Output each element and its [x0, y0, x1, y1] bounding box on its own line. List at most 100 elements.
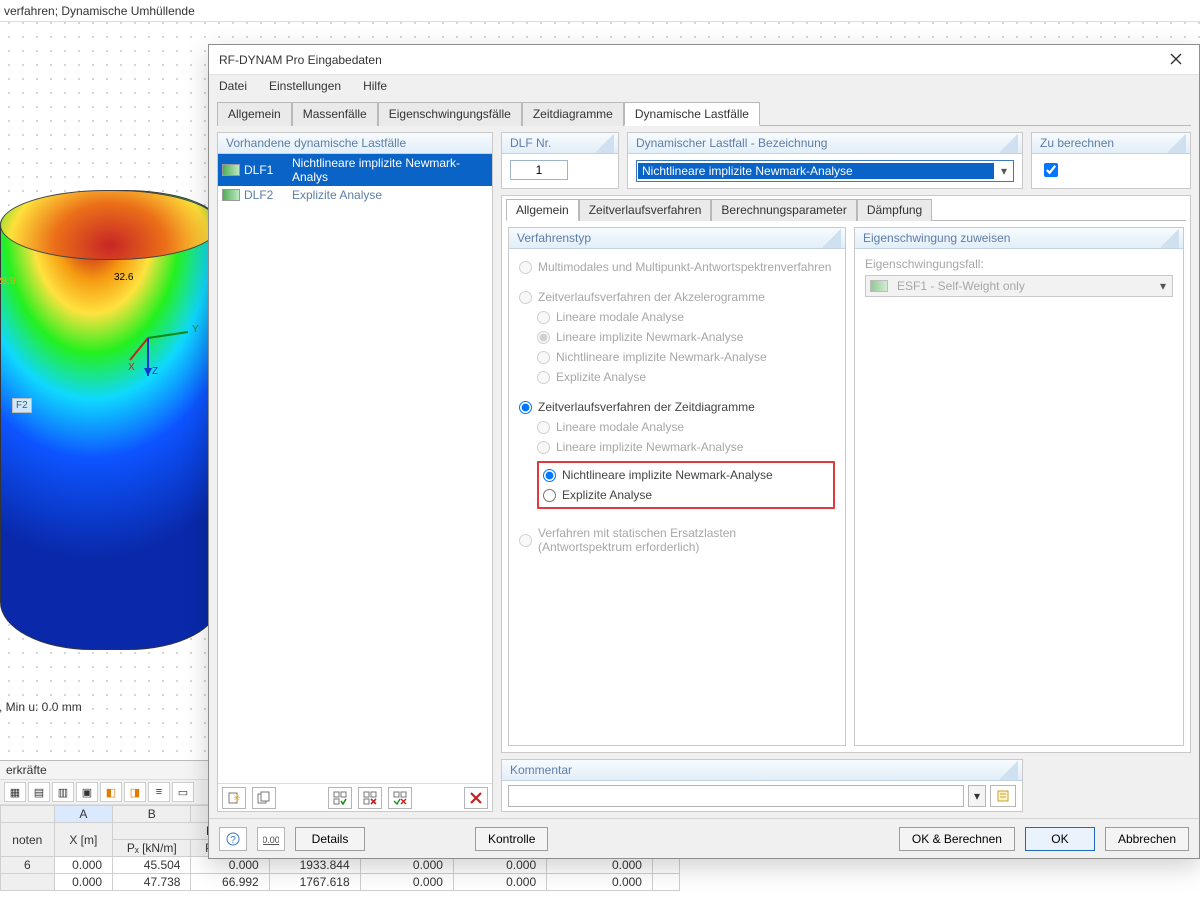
dock-tool-5[interactable]: ◧ — [100, 782, 122, 802]
dialog-titlebar[interactable]: RF-DYNAM Pro Eingabedaten — [209, 45, 1199, 75]
comment-input[interactable] — [508, 785, 964, 807]
opt-multimodal: Multimodales und Multipunkt-Antwortspekt… — [519, 257, 835, 277]
sub-tabs: Allgemein Zeitverlaufsverfahren Berechnu… — [502, 196, 1190, 220]
highlighted-options: Nichtlineare implizite Newmark-Analyse E… — [537, 461, 835, 509]
dock-tool-2[interactable]: ▤ — [28, 782, 50, 802]
mode-swatch-icon — [870, 280, 888, 292]
calc-flag-label: Zu berechnen — [1032, 133, 1190, 154]
dock-tool-3[interactable]: ▥ — [52, 782, 74, 802]
units-button[interactable]: 0.00 — [257, 827, 285, 851]
subtab-damping[interactable]: Dämpfung — [857, 199, 932, 221]
dialog-footer: ? 0.00 Details Kontrolle OK & Berechnen … — [209, 818, 1199, 858]
ok-calc-button[interactable]: OK & Berechnen — [899, 827, 1015, 851]
comment-dropdown-button[interactable]: ▾ — [968, 785, 986, 807]
tab-mode-cases[interactable]: Eigenschwingungsfälle — [378, 102, 522, 126]
subtab-calc-params[interactable]: Berechnungsparameter — [711, 199, 856, 221]
opt-tha-td[interactable]: Zeitverlaufsverfahren der Zeitdiagramme — [519, 397, 835, 417]
dlf-id: DLF1 — [244, 163, 288, 177]
dock-tool-1[interactable]: ▦ — [4, 782, 26, 802]
dlf-row-1[interactable]: DLF1 Nichtlineare implizite Newmark-Anal… — [218, 154, 492, 186]
toggle-swap-button[interactable] — [388, 787, 412, 809]
tab-general[interactable]: Allgemein — [217, 102, 292, 126]
subtab-tha[interactable]: Zeitverlaufsverfahren — [579, 199, 712, 221]
menu-settings[interactable]: Einstellungen — [265, 77, 345, 95]
dock-tool-7[interactable]: ≡ — [148, 782, 170, 802]
assign-mode-title: Eigenschwingung zuweisen — [855, 228, 1183, 249]
opt-td-explicit[interactable]: Explizite Analyse — [543, 485, 829, 505]
cancel-button[interactable]: Abbrechen — [1105, 827, 1189, 851]
toggle-check-button[interactable] — [328, 787, 352, 809]
tab-mass-cases[interactable]: Massenfälle — [292, 102, 378, 126]
mode-case-label: Eigenschwingungsfall: — [865, 257, 1173, 271]
mode-case-select: ESF1 - Self-Weight only ▾ — [865, 275, 1173, 297]
plus-doc-icon: ✳ — [227, 791, 241, 805]
menu-file[interactable]: Datei — [215, 77, 251, 95]
note-icon — [996, 789, 1010, 803]
viewport-title: verfahren; Dynamische Umhüllende — [0, 0, 1200, 22]
copy-icon — [257, 791, 271, 805]
viewport-status: , Min u: 0.0 mm — [0, 700, 82, 714]
help-icon: ? — [226, 832, 240, 846]
chevron-down-icon: ▾ — [995, 164, 1013, 178]
subtab-general[interactable]: Allgemein — [506, 199, 579, 221]
method-type-title: Verfahrenstyp — [509, 228, 845, 249]
dlf-name-select[interactable]: Nichtlineare implizite Newmark-Analyse ▾ — [636, 160, 1014, 182]
tab-time-diagrams[interactable]: Zeitdiagramme — [522, 102, 624, 126]
opt-td-linnewmark: Lineare implizite Newmark-Analyse — [537, 437, 835, 457]
close-icon — [1170, 53, 1182, 65]
dock-tool-4[interactable]: ▣ — [76, 782, 98, 802]
dlf-list-panel: Vorhandene dynamische Lastfälle DLF1 Nic… — [217, 132, 493, 812]
opt-td-linmodal: Lineare modale Analyse — [537, 417, 835, 437]
tab-dynamic-load-cases[interactable]: Dynamische Lastfälle — [624, 102, 760, 126]
dlf-number-panel: DLF Nr. — [501, 132, 619, 189]
main-tabs: Allgemein Massenfälle Eigenschwingungsfä… — [209, 97, 1199, 125]
3d-model: 28.9 32.6 — [0, 190, 220, 650]
dlf-row-2[interactable]: DLF2 Explizite Analyse — [218, 186, 492, 204]
rfdynam-dialog: RF-DYNAM Pro Eingabedaten Datei Einstell… — [208, 44, 1200, 859]
kontrolle-button[interactable]: Kontrolle — [475, 827, 548, 851]
table-row[interactable]: 6 0.000 45.504 0.000 1933.844 0.000 0.00… — [1, 857, 680, 874]
add-item-button[interactable]: ✳ — [222, 787, 246, 809]
calc-flag-panel: Zu berechnen — [1031, 132, 1191, 189]
toggle-uncheck-button[interactable] — [358, 787, 382, 809]
copy-item-button[interactable] — [252, 787, 276, 809]
opt-acc-linmodal: Lineare modale Analyse — [537, 307, 835, 327]
help-button[interactable]: ? — [219, 827, 247, 851]
dlf-name-value: Nichtlineare implizite Newmark-Analyse — [638, 163, 994, 179]
delete-item-button[interactable] — [464, 787, 488, 809]
details-button[interactable]: Details — [295, 827, 365, 851]
dlf-swatch-icon — [222, 189, 240, 201]
delete-icon — [469, 791, 483, 805]
comment-panel: Kommentar ▾ — [501, 759, 1023, 812]
dock-tool-8[interactable]: ▭ — [172, 782, 194, 802]
dlf-name-panel: Dynamischer Lastfall - Bezeichnung Nicht… — [627, 132, 1023, 189]
opt-td-nonlin[interactable]: Nichtlineare implizite Newmark-Analyse — [543, 465, 829, 485]
dlf-name-label: Dynamischer Lastfall - Bezeichnung — [628, 133, 1022, 154]
comment-pick-button[interactable] — [990, 785, 1016, 807]
opt-acc-linnewmark: Lineare implizite Newmark-Analyse — [537, 327, 835, 347]
grid-cross-icon — [363, 791, 377, 805]
close-button[interactable] — [1153, 45, 1199, 73]
opt-tha-acc: Zeitverlaufsverfahren der Akzelerogramme — [519, 287, 835, 307]
node-tag-f2: F2 — [12, 398, 32, 413]
comment-label: Kommentar — [502, 760, 1022, 781]
dlf-id: DLF2 — [244, 188, 288, 202]
grid-check-icon — [333, 791, 347, 805]
dlf-name: Explizite Analyse — [292, 188, 488, 202]
dlf-number-input[interactable] — [510, 160, 568, 180]
svg-text:0.00: 0.00 — [263, 835, 279, 845]
contour-label-28: 28.9 — [0, 276, 15, 287]
calc-flag-checkbox[interactable] — [1044, 163, 1058, 177]
dlf-swatch-icon — [222, 164, 240, 176]
svg-text:✳: ✳ — [233, 793, 241, 803]
dlf-list-toolbar: ✳ — [218, 783, 492, 811]
menu-help[interactable]: Hilfe — [359, 77, 391, 95]
ok-button[interactable]: OK — [1025, 827, 1095, 851]
grid-swap-icon — [393, 791, 407, 805]
table-row[interactable]: 0.000 47.738 66.992 1767.618 0.000 0.000… — [1, 874, 680, 891]
dialog-menubar: Datei Einstellungen Hilfe — [209, 75, 1199, 97]
opt-acc-nonlin: Nichtlineare implizite Newmark-Analyse — [537, 347, 835, 367]
opt-static-elf: Verfahren mit statischen Ersatzlasten (A… — [519, 523, 835, 557]
chevron-down-icon: ▾ — [1154, 279, 1172, 293]
dock-tool-6[interactable]: ◨ — [124, 782, 146, 802]
